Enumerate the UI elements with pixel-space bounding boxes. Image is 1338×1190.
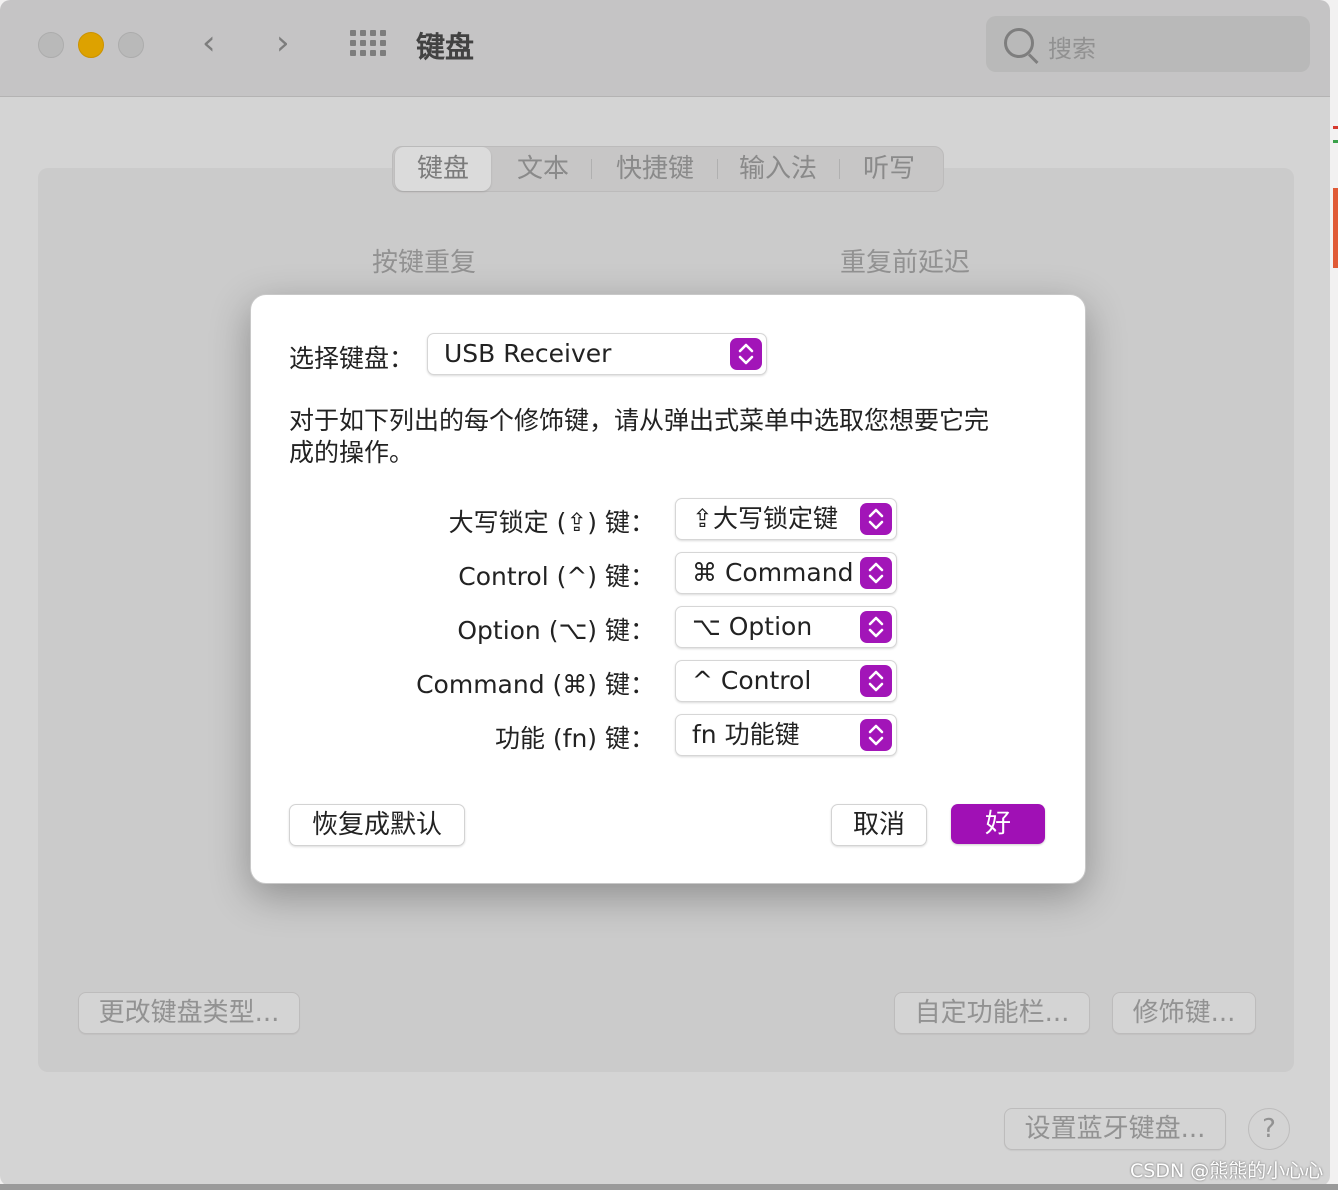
select-keyboard-label: 选择键盘： — [289, 344, 415, 373]
cancel-button[interactable]: 取消 — [831, 804, 927, 846]
fn-key-popup[interactable]: fn 功能键 — [675, 714, 897, 756]
right-edge-strip — [1330, 0, 1338, 1190]
control-key-popup[interactable]: ⌘ Command — [675, 552, 897, 594]
instructions-line-2: 成的操作。 — [289, 438, 415, 467]
command-key-popup[interactable]: ^ Control — [675, 660, 897, 702]
instructions-line-1: 对于如下列出的每个修饰键，请从弹出式菜单中选取您想要它完 — [289, 406, 990, 435]
edge-mark — [1333, 126, 1338, 129]
watermark: CSDN @熊熊的小心心 — [1130, 1160, 1324, 1182]
caps-lock-key-popup[interactable]: ⇪大写锁定键 — [675, 498, 897, 540]
edge-mark — [1333, 140, 1338, 143]
up-down-chevron-icon — [860, 557, 892, 589]
modifier-keys-dialog: 选择键盘： USB Receiver 对于如下列出的每个修饰键，请从弹出式菜单中… — [250, 294, 1086, 884]
control-key-label: Control (^) 键： — [458, 562, 655, 591]
option-key-label: Option (⌥) 键： — [457, 616, 655, 645]
restore-defaults-button[interactable]: 恢复成默认 — [289, 804, 465, 846]
up-down-chevron-icon — [860, 611, 892, 643]
bottom-strip — [0, 1184, 1338, 1190]
fn-key-label: 功能 (fn) 键： — [494, 724, 655, 753]
option-key-popup[interactable]: ⌥ Option — [675, 606, 897, 648]
up-down-chevron-icon — [860, 665, 892, 697]
caps-lock-key-value: ⇪大写锁定键 — [692, 504, 838, 533]
ok-button[interactable]: 好 — [951, 804, 1045, 844]
edge-mark — [1333, 188, 1338, 268]
up-down-chevron-icon — [860, 503, 892, 535]
keyboard-select-value: USB Receiver — [444, 339, 612, 368]
command-key-label: Command (⌘) 键： — [416, 670, 655, 699]
up-down-chevron-icon — [730, 338, 762, 370]
fn-key-value: fn 功能键 — [692, 720, 800, 749]
option-key-value: ⌥ Option — [692, 612, 813, 641]
caps-lock-key-label: 大写锁定 (⇪) 键： — [448, 508, 655, 537]
up-down-chevron-icon — [860, 719, 892, 751]
command-key-value: ^ Control — [692, 666, 812, 695]
keyboard-select-popup[interactable]: USB Receiver — [427, 333, 767, 375]
control-key-value: ⌘ Command — [692, 558, 854, 587]
